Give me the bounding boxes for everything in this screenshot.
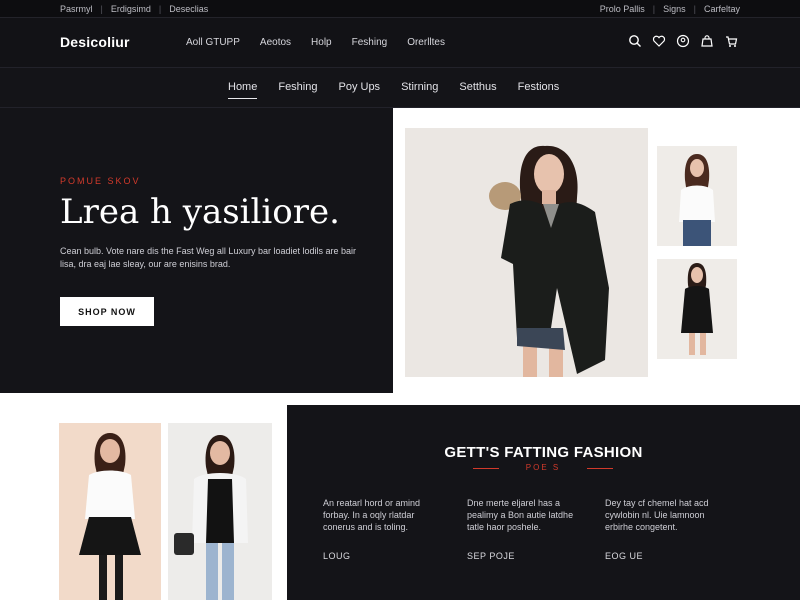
feature-link[interactable]: LOUG	[323, 550, 351, 562]
feature-column: Dey tay cf chemel hat acd cywlobin nl. U…	[605, 497, 727, 561]
cart-icon[interactable]	[724, 34, 738, 48]
nav-item[interactable]: Aoll GTUPP	[186, 37, 240, 48]
feature-subtitle: POE S	[473, 463, 613, 472]
nav-item[interactable]: Feshing	[352, 37, 388, 48]
heart-icon[interactable]	[652, 34, 666, 48]
product-thumbnail[interactable]	[657, 146, 737, 246]
feature-title: GETT'S FATTING FASHION	[444, 444, 643, 461]
nav-item[interactable]: Holp	[311, 37, 332, 48]
hero-image-panel	[393, 108, 800, 405]
tab-category[interactable]: Setthus	[459, 81, 496, 99]
utility-link[interactable]: Prolo Pallis	[600, 4, 645, 14]
nav-item[interactable]: Aeotos	[260, 37, 291, 48]
featured-products	[0, 393, 287, 600]
utility-links-right: Prolo Pallis | Signs | Carfeltay	[600, 4, 740, 14]
tab-category[interactable]: Feshing	[278, 81, 317, 99]
feature-column: An reatarl hord or amind forbay. In a oq…	[323, 497, 445, 561]
tab-category[interactable]: Festions	[518, 81, 560, 99]
user-icon[interactable]	[676, 34, 690, 48]
utility-links-left: Pasrmyl | Erdigsimd | Deseclias	[60, 4, 208, 14]
product-thumbnail[interactable]	[657, 259, 737, 359]
divider: |	[100, 4, 103, 14]
section-divider	[287, 393, 800, 405]
tab-category[interactable]: Stirning	[401, 81, 438, 99]
utility-link[interactable]: Erdigsimd	[111, 4, 151, 14]
hero-headline: Lrea h yasiliore.	[60, 192, 340, 232]
tab-home[interactable]: Home	[228, 81, 258, 99]
utility-link[interactable]: Signs	[663, 4, 686, 14]
utility-link[interactable]: Deseclias	[169, 4, 208, 14]
nav-item[interactable]: Orerlltes	[407, 37, 445, 48]
utility-bar: Pasrmyl | Erdigsimd | Deseclias Prolo Pa…	[0, 0, 800, 18]
product-image[interactable]	[59, 423, 161, 600]
divider: |	[652, 4, 656, 14]
divider: |	[158, 4, 162, 14]
hero-eyebrow: POMUE SKOV	[60, 176, 141, 186]
feature-text: Dne merte eljarel has a pealimy a Bon au…	[467, 498, 574, 532]
search-icon[interactable]	[628, 34, 642, 48]
site-logo[interactable]: Desicoliur	[60, 34, 130, 50]
bag-icon[interactable]	[700, 34, 714, 48]
site-header: Desicoliur Aoll GTUPP Aeotos Holp Feshin…	[0, 18, 800, 68]
main-nav: Aoll GTUPP Aeotos Holp Feshing Orerlltes	[186, 37, 445, 48]
feature-link[interactable]: EOG UE	[605, 550, 643, 562]
hero-model-image[interactable]	[405, 128, 648, 377]
tab-category[interactable]: Poy Ups	[338, 81, 380, 99]
feature-link[interactable]: SEP POJE	[467, 550, 515, 562]
shop-now-button[interactable]: SHOP NOW	[60, 297, 154, 326]
divider: |	[693, 4, 696, 14]
hero-section: POMUE SKOV Lrea h yasiliore. Cean bulb. …	[0, 108, 393, 393]
product-image[interactable]	[168, 423, 272, 600]
feature-text: An reatarl hord or amind forbay. In a oq…	[323, 498, 421, 532]
feature-text: Dey tay cf chemel hat acd cywlobin nl. U…	[605, 498, 709, 532]
header-icons	[628, 34, 738, 48]
utility-link[interactable]: Pasrmyl	[60, 4, 93, 14]
feature-column: Dne merte eljarel has a pealimy a Bon au…	[467, 497, 589, 561]
utility-link[interactable]: Carfeltay	[704, 4, 740, 14]
hero-description: Cean bulb. Vote nare dis the Fast Weg al…	[60, 246, 357, 269]
feature-section: GETT'S FATTING FASHION POE S An reatarl …	[287, 405, 800, 600]
category-nav: Home Feshing Poy Ups Stirning Setthus Fe…	[0, 68, 800, 108]
